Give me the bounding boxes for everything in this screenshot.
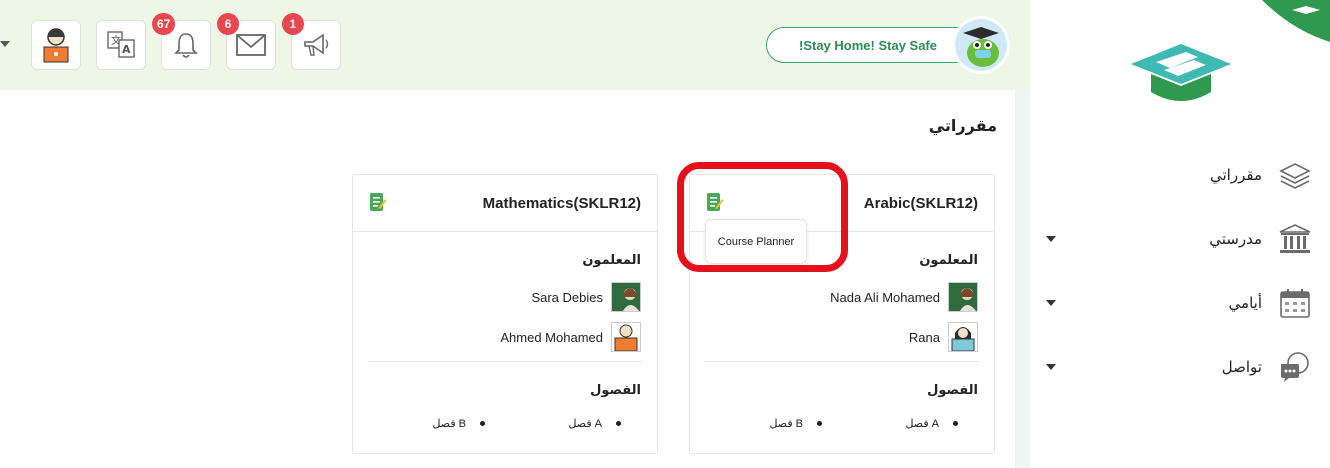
megaphone-icon xyxy=(304,33,329,56)
profile-button[interactable] xyxy=(31,20,81,70)
class-name: فصل B xyxy=(432,418,466,430)
class-name: فصل A xyxy=(905,418,939,430)
teacher-name: Sara Debies xyxy=(531,289,603,305)
teacher-name: Rana xyxy=(908,329,940,345)
bell-icon xyxy=(174,33,198,58)
teacher-item[interactable]: Ahmed Mohamed xyxy=(500,322,641,352)
course-planner-icon[interactable] xyxy=(369,191,387,213)
sidebar: مقرراتي مدرستي أيامي تواصل xyxy=(1030,0,1330,468)
translate-icon: 文 A xyxy=(107,31,135,58)
sidebar-item-my-school[interactable]: مدرستي xyxy=(1030,222,1330,256)
svg-text:A: A xyxy=(122,43,131,56)
envelope-icon xyxy=(236,34,266,56)
class-name: فصل A xyxy=(568,418,602,430)
mascot-avatar[interactable] xyxy=(952,16,1010,74)
card-header: Mathematics(SKLR12) xyxy=(353,175,657,232)
notifications-button[interactable]: 67 xyxy=(152,13,211,70)
course-title[interactable]: Mathematics(SKLR12) xyxy=(483,195,641,212)
chevron-down-icon[interactable] xyxy=(1046,364,1056,370)
bullet xyxy=(953,421,958,426)
class-item[interactable]: فصل B xyxy=(432,417,485,430)
class-item[interactable]: فصل B xyxy=(769,417,822,430)
announcements-button[interactable]: 1 xyxy=(282,13,341,70)
messages-button[interactable]: 6 xyxy=(217,13,276,70)
main-content: مقرراتي Mathematics(SKLR12) المعلمون Sar… xyxy=(0,90,1015,468)
card-divider xyxy=(368,361,642,362)
course-card-mathematics[interactable]: Mathematics(SKLR12) المعلمون Sara Debies… xyxy=(352,174,658,454)
sidebar-item-label: تواصل xyxy=(1221,359,1262,376)
top-bar: 文 A 67 6 1 !Stay Home! Stay Safe xyxy=(0,0,1030,90)
teachers-label: المعلمون xyxy=(582,252,641,267)
notifications-badge: 67 xyxy=(152,13,176,35)
chat-bubbles-icon xyxy=(1281,352,1309,382)
teacher-item[interactable]: Rana xyxy=(909,322,978,352)
announcements-badge: 1 xyxy=(282,13,304,35)
sidebar-item-label: مدرستي xyxy=(1209,231,1262,248)
course-title[interactable]: Arabic(SKLR12) xyxy=(864,195,978,212)
bullet xyxy=(817,421,822,426)
teacher-item[interactable]: Sara Debies xyxy=(531,282,641,312)
sidebar-item-label: مقرراتي xyxy=(1210,167,1262,184)
layers-icon xyxy=(1279,163,1311,189)
card-divider xyxy=(705,361,979,362)
teacher-avatar-icon xyxy=(43,28,69,63)
teacher-photo xyxy=(611,282,641,312)
messages-badge: 6 xyxy=(217,13,239,35)
corner-ribbon-icon xyxy=(1262,0,1330,42)
class-name: فصل B xyxy=(769,418,803,430)
chevron-down-icon[interactable] xyxy=(1046,300,1056,306)
mascot-icon xyxy=(955,19,1007,71)
teacher-name: Ahmed Mohamed xyxy=(500,329,603,345)
sidebar-item-label: أيامي xyxy=(1228,295,1262,312)
bullet xyxy=(616,421,621,426)
school-building-icon xyxy=(1279,224,1311,253)
teacher-photo xyxy=(948,322,978,352)
annotation-highlight-box xyxy=(677,162,848,272)
classes-label: الفصول xyxy=(590,382,641,397)
teacher-photo xyxy=(948,282,978,312)
user-menu-caret[interactable] xyxy=(0,41,10,47)
sidebar-item-my-courses[interactable]: مقرراتي xyxy=(1030,158,1330,192)
classes-label: الفصول xyxy=(927,382,978,397)
school-logo-icon[interactable] xyxy=(1126,40,1236,106)
language-button[interactable]: 文 A xyxy=(96,20,146,70)
bullet xyxy=(480,421,485,426)
class-item[interactable]: فصل A xyxy=(905,417,958,430)
teacher-name: Nada Ali Mohamed xyxy=(830,289,940,305)
sidebar-item-communication[interactable]: تواصل xyxy=(1030,350,1330,384)
chevron-down-icon[interactable] xyxy=(1046,236,1056,242)
class-item[interactable]: فصل A xyxy=(568,417,621,430)
teacher-item[interactable]: Nada Ali Mohamed xyxy=(830,282,978,312)
sidebar-item-my-days[interactable]: أيامي xyxy=(1030,286,1330,320)
teacher-photo xyxy=(611,322,641,352)
calendar-icon xyxy=(1280,289,1310,318)
page-title: مقرراتي xyxy=(928,118,997,135)
teachers-label: المعلمون xyxy=(919,252,978,267)
